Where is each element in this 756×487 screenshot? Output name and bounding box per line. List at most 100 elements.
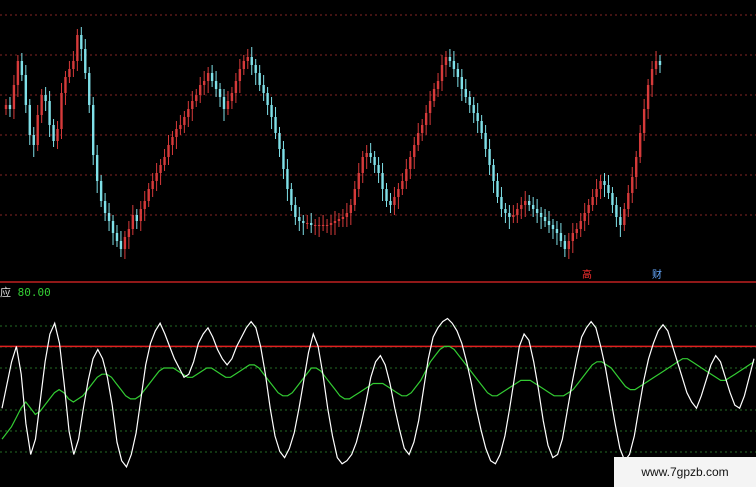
candle-body	[28, 105, 31, 135]
candle-body	[595, 189, 598, 197]
candle-body	[246, 57, 249, 61]
candle-body	[4, 105, 8, 109]
candle-body	[44, 95, 47, 101]
candle-body	[298, 217, 301, 221]
candle-body	[456, 69, 460, 77]
candle-body	[230, 93, 234, 101]
candle-body	[95, 155, 99, 181]
candle-body	[365, 153, 368, 157]
candle-body	[603, 181, 606, 185]
candle-body	[480, 121, 483, 133]
candle-body	[270, 105, 273, 117]
signal-marker-high: 高	[582, 270, 592, 281]
candle-body	[512, 215, 515, 217]
candle-body	[420, 125, 424, 133]
candle-body	[147, 189, 150, 201]
candle-body	[222, 97, 226, 109]
candle-body	[210, 73, 214, 81]
candle-body	[615, 205, 618, 217]
candle-body	[638, 133, 642, 157]
candle-body	[436, 81, 440, 89]
candle-body	[32, 135, 35, 145]
candle-body	[587, 205, 590, 213]
candle-body	[191, 101, 194, 109]
candle-body	[306, 223, 309, 224]
candle-body	[325, 225, 329, 226]
candle-body	[611, 193, 614, 205]
candle-body	[107, 213, 111, 221]
candle-body	[547, 221, 551, 225]
candle-body	[155, 173, 158, 181]
candle-body	[571, 233, 574, 241]
candle-body	[642, 109, 646, 133]
candle-body	[397, 189, 400, 197]
candle-body	[389, 201, 392, 205]
candle-body	[68, 69, 71, 77]
candle-body	[329, 223, 333, 225]
candle-body	[302, 221, 305, 223]
candle-body	[337, 219, 341, 221]
candle-body	[428, 101, 432, 113]
stock-chart	[0, 14, 756, 469]
candle-body	[484, 133, 487, 149]
candle-body	[139, 209, 142, 221]
candle-body	[555, 229, 559, 233]
candle-body	[266, 93, 269, 105]
candle-body	[321, 225, 325, 226]
candle-body	[92, 105, 95, 155]
candle-body	[646, 85, 650, 109]
candle-body	[460, 77, 464, 89]
candle-body	[508, 213, 511, 217]
candle-body	[341, 217, 345, 219]
candle-body	[361, 157, 364, 173]
candle-body	[528, 201, 531, 205]
candle-body	[599, 181, 602, 189]
candle-body	[357, 173, 360, 189]
candle-body	[72, 61, 75, 69]
candle-body	[195, 95, 198, 101]
candle-body	[567, 241, 571, 249]
candle-body	[432, 89, 436, 101]
candle-body	[206, 73, 210, 81]
candle-body	[500, 197, 503, 209]
signal-marker-finance: 财	[652, 270, 662, 281]
indicator-value: 80.00	[17, 286, 51, 299]
candle-body	[88, 73, 91, 105]
candle-body	[254, 65, 257, 73]
candle-body	[413, 145, 416, 157]
candle-body	[24, 75, 28, 105]
candle-body	[258, 73, 261, 85]
candle-body	[84, 49, 87, 73]
indicator-white-line	[1, 317, 755, 469]
candle-body	[607, 185, 610, 193]
candle-body	[559, 233, 563, 241]
candle-body	[349, 205, 353, 213]
candle-body	[654, 61, 658, 69]
price-panel-grid	[0, 14, 756, 216]
candle-body	[127, 229, 131, 237]
candle-body	[575, 229, 578, 233]
candle-body	[119, 241, 123, 249]
candle-body	[290, 189, 293, 205]
candle-body	[313, 225, 317, 226]
candle-body	[202, 81, 206, 85]
candle-body	[242, 61, 246, 69]
candle-body	[214, 81, 218, 89]
candle-body	[627, 193, 630, 209]
candle-body	[591, 197, 594, 205]
candle-body	[417, 133, 420, 145]
candle-body	[476, 113, 479, 121]
price-candles	[4, 27, 662, 259]
candle-body	[80, 35, 83, 49]
candle-body	[175, 129, 178, 137]
candle-body	[52, 125, 55, 141]
candle-body	[583, 213, 586, 221]
candle-body	[631, 177, 634, 193]
candle-body	[623, 209, 626, 225]
candle-body	[48, 101, 51, 125]
candle-body	[199, 85, 202, 95]
candle-body	[531, 205, 535, 209]
candle-body	[12, 85, 16, 109]
candle-body	[369, 153, 372, 157]
candle-body	[448, 57, 452, 61]
